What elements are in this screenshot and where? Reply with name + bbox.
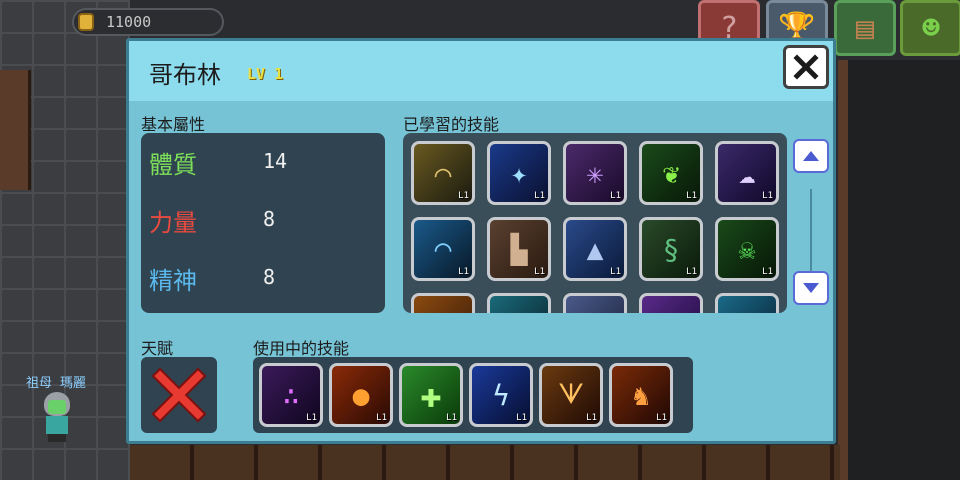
- attribute-value: 8: [263, 265, 276, 289]
- skill-level: L1: [586, 413, 597, 423]
- attribute-name: 力量: [149, 209, 197, 237]
- skill-level: L1: [458, 267, 469, 277]
- skill-level: L1: [376, 413, 387, 423]
- frost-icon: ❄: [718, 296, 776, 314]
- skill-slot[interactable]: ⟍: [639, 293, 703, 313]
- coin-counter: 11000: [72, 8, 224, 36]
- skill-level: L1: [534, 267, 545, 277]
- close-button[interactable]: [783, 45, 829, 89]
- skill-level: L1: [516, 413, 527, 423]
- skill-slot[interactable]: ✦ L1: [487, 141, 551, 205]
- skill-level: L1: [458, 191, 469, 201]
- arrow-down-icon: [803, 283, 819, 293]
- character-name: 哥布林: [149, 61, 221, 89]
- active-skill-slot[interactable]: ∴ L1: [259, 363, 323, 427]
- map-floor-bottom: [130, 445, 840, 480]
- attributes-box: 體質 14 力量 8 精神 8: [141, 133, 385, 313]
- attribute-row: 精神 8: [149, 261, 379, 297]
- learned-skills-grid: ⌒ L1 ✦ L1 ✳ L1 ❦ L1 ☁ L1 ◠ L1 ▙ L1 ▲ L1 …: [403, 133, 787, 313]
- arcane-slash-icon: ⟍: [642, 296, 700, 313]
- goblin-portrait-icon: ☻: [921, 10, 941, 46]
- active-skill-slot[interactable]: ● L1: [329, 363, 393, 427]
- skill-level: L1: [610, 267, 621, 277]
- panel-header: 哥布林 LV 1: [129, 41, 833, 101]
- ice-slash-icon: ⟋: [490, 296, 548, 313]
- npc-grandma-sprite[interactable]: [40, 392, 74, 442]
- talent-slot[interactable]: [141, 357, 217, 433]
- scroll-track[interactable]: [810, 189, 812, 273]
- wind-icon: ≈: [566, 296, 624, 314]
- base-attributes-label: 基本屬性: [141, 115, 206, 134]
- inventory-button[interactable]: ▤: [834, 0, 896, 56]
- skill-slot[interactable]: § L1: [639, 217, 703, 281]
- map-background-right: [838, 60, 960, 480]
- active-skills-label: 使用中的技能: [253, 339, 350, 358]
- character-button[interactable]: ☻: [900, 0, 960, 56]
- npc-name-label: 祖母 瑪麗: [26, 376, 86, 391]
- skill-level: L1: [656, 413, 667, 423]
- learned-skills-label: 已學習的技能: [403, 115, 500, 134]
- skill-slot[interactable]: ⟋: [487, 293, 551, 313]
- attribute-value: 8: [263, 207, 276, 231]
- scroll-up-button[interactable]: [793, 139, 829, 173]
- attribute-name: 體質: [149, 151, 197, 179]
- skill-slot[interactable]: ❄: [715, 293, 779, 313]
- talent-label: 天賦: [141, 339, 174, 358]
- scroll-bundle-icon: ▤: [855, 10, 875, 46]
- active-skills-bar: ∴ L1 ● L1 ✚ L1 ϟ L1 ᗐ L1 ♞ L1: [253, 357, 693, 433]
- coin-icon: [78, 13, 94, 31]
- skill-slot[interactable]: ◠ L1: [411, 217, 475, 281]
- coin-amount: 11000: [106, 13, 152, 31]
- skill-slot[interactable]: ☠ L1: [715, 217, 779, 281]
- empty-x-icon: [152, 368, 206, 422]
- map-wall-right: [838, 60, 848, 480]
- skill-slot[interactable]: ▲ L1: [563, 217, 627, 281]
- character-panel: 哥布林 LV 1 基本屬性 已學習的技能 體質 14 力量 8 精神 8 ⌒ L…: [126, 38, 836, 444]
- skill-level: L1: [762, 191, 773, 201]
- map-wall: [0, 70, 31, 190]
- skill-slot[interactable]: ✳ L1: [563, 141, 627, 205]
- skill-level: L1: [762, 267, 773, 277]
- skill-level: L1: [610, 191, 621, 201]
- attribute-name: 精神: [149, 267, 197, 295]
- skill-slot[interactable]: ☁ L1: [715, 141, 779, 205]
- arrow-up-icon: [803, 151, 819, 161]
- attribute-row: 體質 14: [149, 145, 379, 181]
- skill-level: L1: [534, 191, 545, 201]
- skill-level: L1: [446, 413, 457, 423]
- active-skill-slot[interactable]: ϟ L1: [469, 363, 533, 427]
- active-skill-slot[interactable]: ᗐ L1: [539, 363, 603, 427]
- scroll-down-button[interactable]: [793, 271, 829, 305]
- active-skill-slot[interactable]: ✚ L1: [399, 363, 463, 427]
- skill-slot[interactable]: ▙ L1: [487, 217, 551, 281]
- skill-slot[interactable]: ≈: [563, 293, 627, 313]
- skill-level: L1: [306, 413, 317, 423]
- active-skill-slot[interactable]: ♞ L1: [609, 363, 673, 427]
- fire-claw-icon: ᗑ: [414, 296, 472, 313]
- skill-slot[interactable]: ᗑ: [411, 293, 475, 313]
- skill-slot[interactable]: ⌒ L1: [411, 141, 475, 205]
- attribute-row: 力量 8: [149, 203, 379, 239]
- attribute-value: 14: [263, 149, 288, 173]
- character-level: LV 1: [247, 65, 284, 83]
- skill-level: L1: [686, 267, 697, 277]
- skill-level: L1: [686, 191, 697, 201]
- skill-slot[interactable]: ❦ L1: [639, 141, 703, 205]
- close-icon: [793, 54, 819, 80]
